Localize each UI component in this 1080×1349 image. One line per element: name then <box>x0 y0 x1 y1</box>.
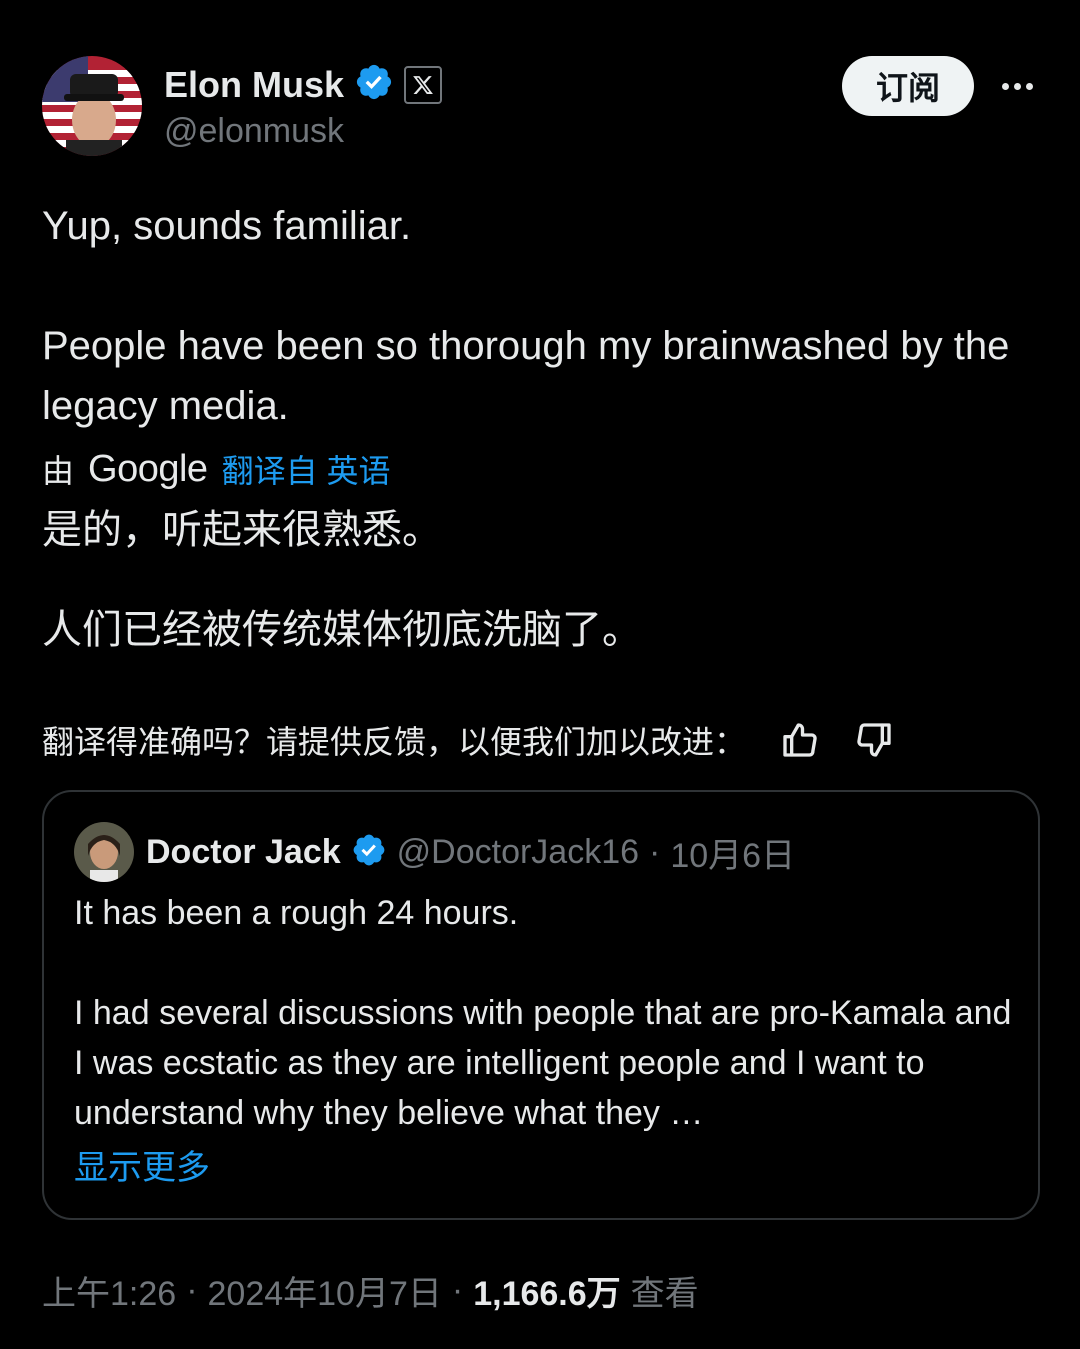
tweet-text: Yup, sounds familiar. People have been s… <box>42 196 1042 436</box>
tweet-paragraph: Yup, sounds familiar. <box>42 204 412 248</box>
translated-text: 是的，听起来很熟悉。 人们已经被传统媒体彻底洗脑了。 <box>42 500 1042 660</box>
translation-attribution: 由 Google 翻译自 英语 <box>42 446 390 492</box>
show-more-link[interactable]: 显示更多 <box>74 1140 210 1189</box>
verified-badge-icon <box>354 62 394 107</box>
x-logo-icon <box>404 65 443 104</box>
quoted-author-name[interactable]: Doctor Jack <box>146 833 341 872</box>
quoted-author-handle[interactable]: @DoctorJack16 <box>397 833 639 872</box>
quoted-tweet[interactable]: Doctor Jack @DoctorJack16 · 10月6日 It has… <box>42 790 1040 1220</box>
subscribe-button[interactable]: 订阅 <box>842 56 974 116</box>
author-name-row: Elon Musk <box>164 62 443 107</box>
meta-separator: · <box>451 1271 464 1309</box>
meta-separator: · <box>186 1271 198 1309</box>
tweet-footer: 上午1:26 · 2024年10月7日 · 1,166.6万 查看 <box>42 1266 699 1315</box>
more-icon[interactable] <box>997 72 1037 100</box>
translated-paragraph: 是的，听起来很熟悉。 <box>42 508 442 552</box>
tweet-header: Elon Musk @elonmusk 订阅 <box>42 56 1042 160</box>
translated-paragraph: 人们已经被传统媒体彻底洗脑了。 <box>42 608 642 652</box>
verified-badge-icon <box>351 832 387 873</box>
author-handle[interactable]: @elonmusk <box>164 112 344 151</box>
quoted-header: Doctor Jack @DoctorJack16 · 10月6日 <box>74 822 795 882</box>
tweet-paragraph: People have been so thorough my brainwas… <box>42 324 1010 428</box>
quoted-paragraph: I had several discussions with people th… <box>74 994 1012 1132</box>
quoted-date[interactable]: 10月6日 <box>670 828 795 877</box>
translation-feedback: 翻译得准确吗？请提供反馈，以便我们加以改进： <box>42 716 894 764</box>
post-date[interactable]: 2024年10月7日 <box>208 1266 442 1315</box>
google-logo: Google <box>88 447 208 490</box>
author-name[interactable]: Elon Musk <box>164 64 344 106</box>
thumbs-up-icon[interactable] <box>780 720 820 760</box>
meta-separator: · <box>649 832 661 871</box>
post-time[interactable]: 上午1:26 <box>42 1266 176 1315</box>
thumbs-down-icon[interactable] <box>854 720 894 760</box>
quoted-paragraph: It has been a rough 24 hours. <box>74 894 519 932</box>
feedback-prompt: 翻译得准确吗？请提供反馈，以便我们加以改进： <box>42 724 747 760</box>
views-count: 1,166.6万 <box>473 1275 621 1313</box>
author-avatar[interactable] <box>42 56 142 156</box>
views-label: 查看 <box>630 1275 699 1313</box>
quoted-avatar[interactable] <box>74 822 134 882</box>
quoted-text: It has been a rough 24 hours. I had seve… <box>74 888 1014 1138</box>
translated-from-link[interactable]: 翻译自 英语 <box>222 446 391 492</box>
translated-by-label: 由 <box>42 453 75 489</box>
